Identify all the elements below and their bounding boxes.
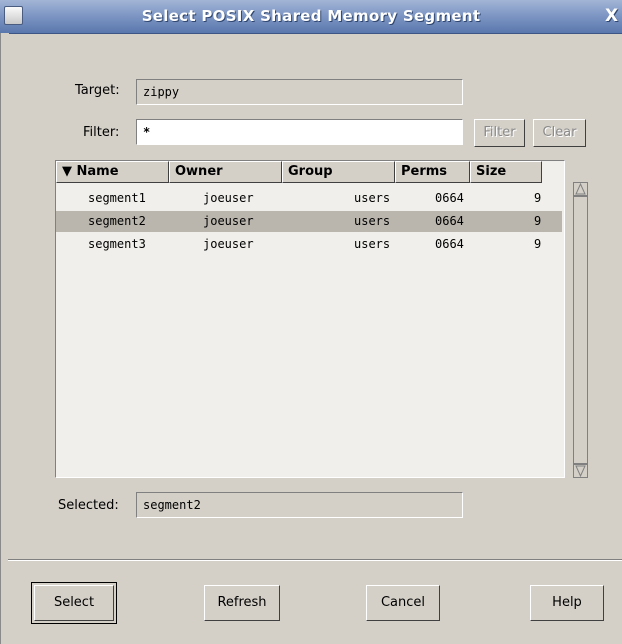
cell-owner: joeuser bbox=[203, 237, 254, 251]
vertical-scrollbar[interactable] bbox=[570, 182, 592, 478]
title-bar[interactable]: Select POSIX Shared Memory Segment X bbox=[0, 0, 622, 34]
cell-group: users bbox=[354, 191, 391, 205]
column-header-owner[interactable]: Owner bbox=[169, 161, 282, 183]
arrow-up-icon bbox=[575, 182, 586, 195]
target-label: Target: bbox=[75, 83, 120, 98]
filter-label: Filter: bbox=[83, 125, 120, 140]
select-button[interactable]: Select bbox=[31, 582, 117, 624]
cell-name: segment3 bbox=[88, 237, 146, 251]
column-header-name[interactable]: ▼ Name bbox=[56, 161, 169, 183]
cell-owner: joeuser bbox=[203, 191, 254, 205]
scroll-track[interactable] bbox=[573, 196, 588, 464]
cell-perms: 0664 bbox=[435, 191, 464, 205]
sort-down-icon: ▼ bbox=[62, 164, 72, 179]
scroll-up-button[interactable] bbox=[573, 182, 588, 196]
column-header-group[interactable]: Group bbox=[282, 161, 395, 183]
table-row[interactable]: segment1 joeuser users 0664 9 bbox=[56, 188, 562, 209]
filter-input[interactable]: * bbox=[136, 119, 463, 145]
refresh-button[interactable]: Refresh bbox=[204, 585, 280, 621]
column-header-size[interactable]: Size bbox=[470, 161, 542, 183]
window-frame bbox=[0, 33, 9, 644]
cell-name: segment1 bbox=[88, 191, 146, 205]
cell-size: 9 bbox=[534, 191, 542, 205]
filter-button[interactable]: Filter bbox=[474, 119, 525, 147]
target-field: zippy bbox=[136, 79, 463, 105]
table-row-selected[interactable]: segment2 joeuser users 0664 9 bbox=[56, 211, 562, 232]
table-header: ▼ Name Owner Group Perms Size bbox=[56, 161, 564, 184]
cell-size: 9 bbox=[534, 237, 542, 251]
table-row[interactable]: segment3 joeuser users 0664 9 bbox=[56, 234, 562, 255]
cell-perms: 0664 bbox=[435, 214, 464, 228]
cancel-button[interactable]: Cancel bbox=[366, 585, 440, 621]
cell-owner: joeuser bbox=[203, 214, 254, 228]
arrow-down-icon bbox=[575, 465, 586, 478]
column-header-perms[interactable]: Perms bbox=[395, 161, 470, 183]
scroll-down-button[interactable] bbox=[573, 464, 588, 478]
cell-perms: 0664 bbox=[435, 237, 464, 251]
clear-button[interactable]: Clear bbox=[533, 119, 586, 147]
selected-field: segment2 bbox=[136, 492, 463, 518]
close-icon[interactable]: X bbox=[605, 6, 618, 26]
cell-size: 9 bbox=[534, 214, 542, 228]
cell-name: segment2 bbox=[88, 214, 146, 228]
dialog-window: Select POSIX Shared Memory Segment X Tar… bbox=[0, 0, 622, 644]
separator bbox=[8, 559, 622, 561]
column-name-label: Name bbox=[76, 164, 119, 179]
cell-group: users bbox=[354, 237, 391, 251]
selected-label: Selected: bbox=[58, 498, 119, 513]
window-title: Select POSIX Shared Memory Segment bbox=[141, 7, 481, 25]
cell-group: users bbox=[354, 214, 391, 228]
segment-list[interactable]: ▼ Name Owner Group Perms Size segment1 j… bbox=[55, 160, 565, 478]
help-button[interactable]: Help bbox=[530, 585, 604, 621]
